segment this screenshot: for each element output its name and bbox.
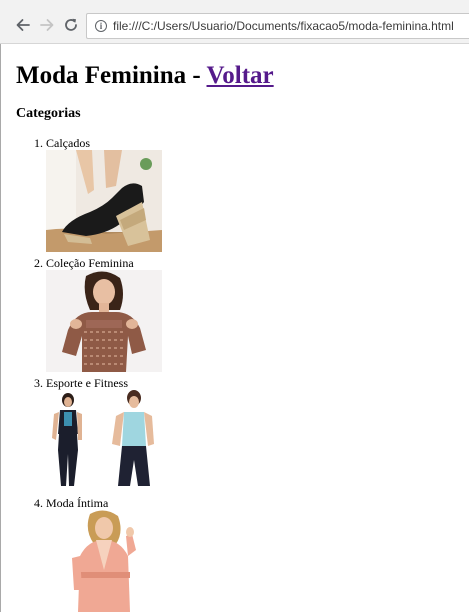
- reload-button[interactable]: [62, 16, 80, 34]
- robe-photo: [46, 510, 162, 612]
- blouse-photo: [46, 270, 162, 372]
- category-label: Moda Íntima: [46, 496, 109, 510]
- category-label: Esporte e Fitness: [46, 376, 128, 390]
- category-label: Coleção Feminina: [46, 256, 134, 270]
- forward-arrow-icon: [40, 19, 54, 31]
- back-arrow-icon: [16, 19, 30, 31]
- address-bar[interactable]: i file:///C:/Users/Usuario/Documents/fix…: [86, 13, 469, 39]
- url-text[interactable]: file:///C:/Users/Usuario/Documents/fixac…: [113, 19, 454, 33]
- fitness-photo: [46, 390, 162, 492]
- list-item: Esporte e Fitness: [46, 376, 461, 492]
- back-button[interactable]: [14, 16, 32, 34]
- reload-icon: [65, 18, 77, 31]
- section-heading: Categorias: [16, 106, 81, 121]
- shoe-photo: [46, 150, 162, 252]
- category-label: Calçados: [46, 136, 90, 150]
- list-item: Moda Íntima: [46, 496, 461, 612]
- page-title: Moda Feminina - Voltar: [16, 62, 461, 90]
- page-info-icon[interactable]: i: [95, 20, 107, 32]
- back-link[interactable]: Voltar: [207, 62, 274, 89]
- category-list: Calçados Coleção Feminina: [16, 136, 461, 612]
- list-item: Calçados: [46, 136, 461, 252]
- list-item: Coleção Feminina: [46, 256, 461, 372]
- page-title-text: Moda Feminina -: [16, 62, 207, 89]
- browser-toolbar: i file:///C:/Users/Usuario/Documents/fix…: [0, 0, 469, 44]
- page-content: Moda Feminina - Voltar Categorias Calçad…: [16, 62, 461, 616]
- forward-button[interactable]: [38, 16, 56, 34]
